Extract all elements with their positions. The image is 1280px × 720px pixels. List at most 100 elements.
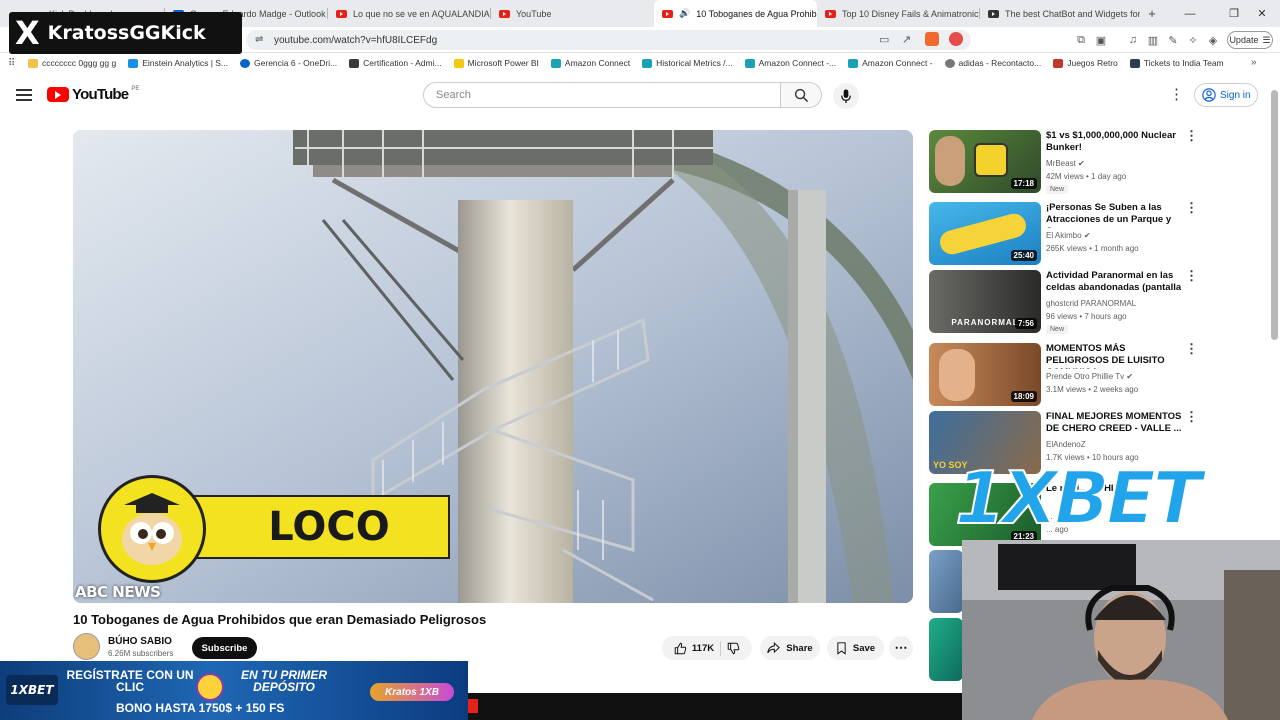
video-title: 10 Toboganes de Agua Prohibidos que eran…	[73, 612, 487, 627]
tab-aqualandia[interactable]: Lo que no se ve en AQUALANDIA | A	[328, 0, 491, 27]
video-thumbnail[interactable]: PARANORMAL 7:56	[929, 270, 1041, 333]
bookmark-item[interactable]: cccccccc 0ggg gg g	[28, 58, 116, 68]
bookmark-item[interactable]: Certification - Admi...	[349, 58, 442, 68]
speaker-icon[interactable]: 🔊	[679, 8, 690, 19]
apps-icon[interactable]: ⠿	[0, 58, 28, 69]
channel-info: BÚHO SABIO 6.26M subscribers	[73, 633, 173, 660]
bookmark-item[interactable]: Amazon Connect	[550, 58, 630, 68]
like-button[interactable]: 117K	[674, 642, 714, 655]
recommendation-menu-icon[interactable]: ⋮	[1185, 129, 1198, 142]
bookmark-label: Amazon Connect -	[862, 58, 933, 68]
onedrive-icon	[240, 58, 251, 68]
recommendation-title: FINAL MEJORES MOMENTOS DE CHERO CREED - …	[1046, 411, 1182, 434]
save-button[interactable]: Save	[827, 636, 884, 660]
tab-disney[interactable]: Top 10 Disney Fails & Animatronic M	[817, 0, 980, 27]
bookmark-item[interactable]: Einstein Analytics | S...	[128, 58, 228, 68]
bookmark-label: Tickets to India Team	[1143, 58, 1224, 68]
youtube-play-icon	[47, 87, 69, 102]
ticket-icon	[1129, 58, 1140, 68]
settings-more-icon[interactable]: ⋮	[1169, 86, 1184, 104]
certification-icon	[349, 58, 360, 68]
share-page-icon[interactable]: ↗	[902, 33, 911, 46]
youtube-icon	[499, 9, 510, 18]
sign-in-button[interactable]: Sign in	[1194, 83, 1258, 107]
owl-mascot-icon	[98, 475, 206, 583]
recommendation-menu-icon[interactable]: ⋮	[1185, 410, 1198, 423]
save-bookmark-icon	[837, 641, 846, 655]
minimize-icon[interactable]: —	[1172, 0, 1208, 27]
bookmark-item[interactable]: Tickets to India Team	[1129, 58, 1224, 68]
video-thumbnail[interactable]: 17:18	[929, 130, 1041, 193]
recommendation-channel: ElAndenoZ	[1046, 440, 1086, 449]
bookmark-item[interactable]: Gerencia 6 - OneDri...	[240, 58, 337, 68]
video-player[interactable]: LOCO ABC NEWS	[73, 130, 913, 603]
ad-banner[interactable]: 1XBET REGÍSTRATE CON UN CLIC EN TU PRIME…	[0, 661, 468, 720]
youtube-logo[interactable]: YouTube PE	[47, 86, 139, 103]
video-thumbnail[interactable]	[929, 618, 963, 681]
amazon-connect-icon	[848, 58, 859, 68]
page-scrollbar[interactable]	[1271, 90, 1278, 340]
bookmark-item[interactable]: Microsoft Power BI	[453, 58, 539, 68]
powerbi-icon	[453, 58, 464, 68]
youtube-icon	[336, 9, 347, 18]
brave-shield-icon[interactable]	[925, 32, 939, 46]
channel-name[interactable]: BÚHO SABIO	[108, 636, 173, 647]
close-window-icon[interactable]: ✕	[1244, 0, 1280, 27]
video-thumbnail[interactable]	[929, 550, 963, 613]
recommendation-menu-icon[interactable]: ⋮	[1185, 201, 1198, 214]
site-info-icon[interactable]: ⇌	[255, 34, 263, 45]
video-duration: 17:18	[1010, 178, 1037, 189]
tab-title: Lo que no se ve en AQUALANDIA | A	[353, 8, 491, 19]
leo-icon[interactable]: ✧	[1185, 32, 1201, 48]
share-icon	[767, 642, 781, 654]
bookmarks-overflow-icon[interactable]: »	[1251, 57, 1257, 68]
folder-icon	[28, 58, 38, 68]
recommendation-channel: MrBeast ✔	[1046, 159, 1085, 168]
url-field[interactable]: ⇌ youtube.com/watch?v=hfU8ILCEFdg ▭ ↗	[246, 30, 971, 50]
rewards-icon[interactable]	[949, 32, 963, 46]
bookmark-item[interactable]: adidas - Recontacto...	[944, 58, 1041, 68]
voice-search-button[interactable]	[833, 83, 859, 109]
thumbs-down-icon[interactable]	[727, 642, 740, 655]
subscribe-button[interactable]: Subscribe	[192, 637, 257, 659]
search-button[interactable]	[781, 82, 822, 108]
brand-overlay-logo: 1XBET	[954, 456, 1203, 540]
update-button[interactable]: Update ☰	[1227, 31, 1273, 49]
hamburger-menu-icon[interactable]	[16, 89, 32, 101]
bookmark-item[interactable]: Juegos Retro	[1053, 58, 1118, 68]
search-input[interactable]: Search	[423, 82, 781, 108]
wallet-icon[interactable]: ▣	[1093, 32, 1109, 48]
recommendation-item[interactable]: 25:40 ¡Personas Se Suben a las Atraccion…	[929, 201, 1199, 266]
update-label: Update	[1229, 35, 1259, 45]
new-tab-button[interactable]: +	[1140, 0, 1164, 27]
sidebar-icon[interactable]: ▥	[1145, 32, 1161, 48]
sign-in-label: Sign in	[1220, 89, 1251, 101]
bookmark-item[interactable]: Amazon Connect -	[848, 58, 933, 68]
recommendation-item[interactable]: 17:18 $1 vs $1,000,000,000 Nuclear Bunke…	[929, 129, 1199, 194]
extensions-icon[interactable]: ⧉	[1073, 32, 1089, 48]
tab-chatbot[interactable]: The best ChatBot and Widgets for K	[980, 0, 1140, 27]
recommendation-menu-icon[interactable]: ⋮	[1185, 269, 1198, 282]
bookmark-label: Juegos Retro	[1067, 58, 1118, 68]
music-icon[interactable]: ♫	[1125, 32, 1141, 48]
recommendation-title: Actividad Paranormal en las celdas aband…	[1046, 270, 1182, 296]
recommendation-item[interactable]: 18:09 MOMENTOS MÁS PELIGROSOS DE LUISITO…	[929, 342, 1199, 407]
vpn-icon[interactable]: ◈	[1205, 32, 1221, 48]
bookmark-item[interactable]: Amazon Connect -...	[744, 58, 836, 68]
recommendation-menu-icon[interactable]: ⋮	[1185, 342, 1198, 355]
recommendation-item[interactable]: PARANORMAL 7:56 Actividad Paranormal en …	[929, 269, 1199, 334]
video-thumbnail[interactable]: 18:09	[929, 343, 1041, 406]
save-label: Save	[852, 642, 876, 654]
tab-toboganes[interactable]: 🔊 10 Toboganes de Agua Prohib ✕	[654, 0, 817, 27]
channel-avatar[interactable]	[73, 633, 100, 660]
more-actions-button[interactable]: ⋯	[889, 636, 913, 660]
cast-icon[interactable]: ▭	[879, 33, 889, 46]
amazon-connect-icon	[642, 58, 653, 68]
video-thumbnail[interactable]: 25:40	[929, 202, 1041, 265]
share-button[interactable]: Share	[760, 636, 820, 660]
amazon-connect-icon	[550, 58, 561, 68]
edit-icon[interactable]: ✎	[1165, 32, 1181, 48]
bookmark-item[interactable]: Historical Metrics /...	[642, 58, 733, 68]
x-logo-icon: X	[15, 14, 40, 52]
tab-youtube[interactable]: YouTube	[491, 0, 654, 27]
